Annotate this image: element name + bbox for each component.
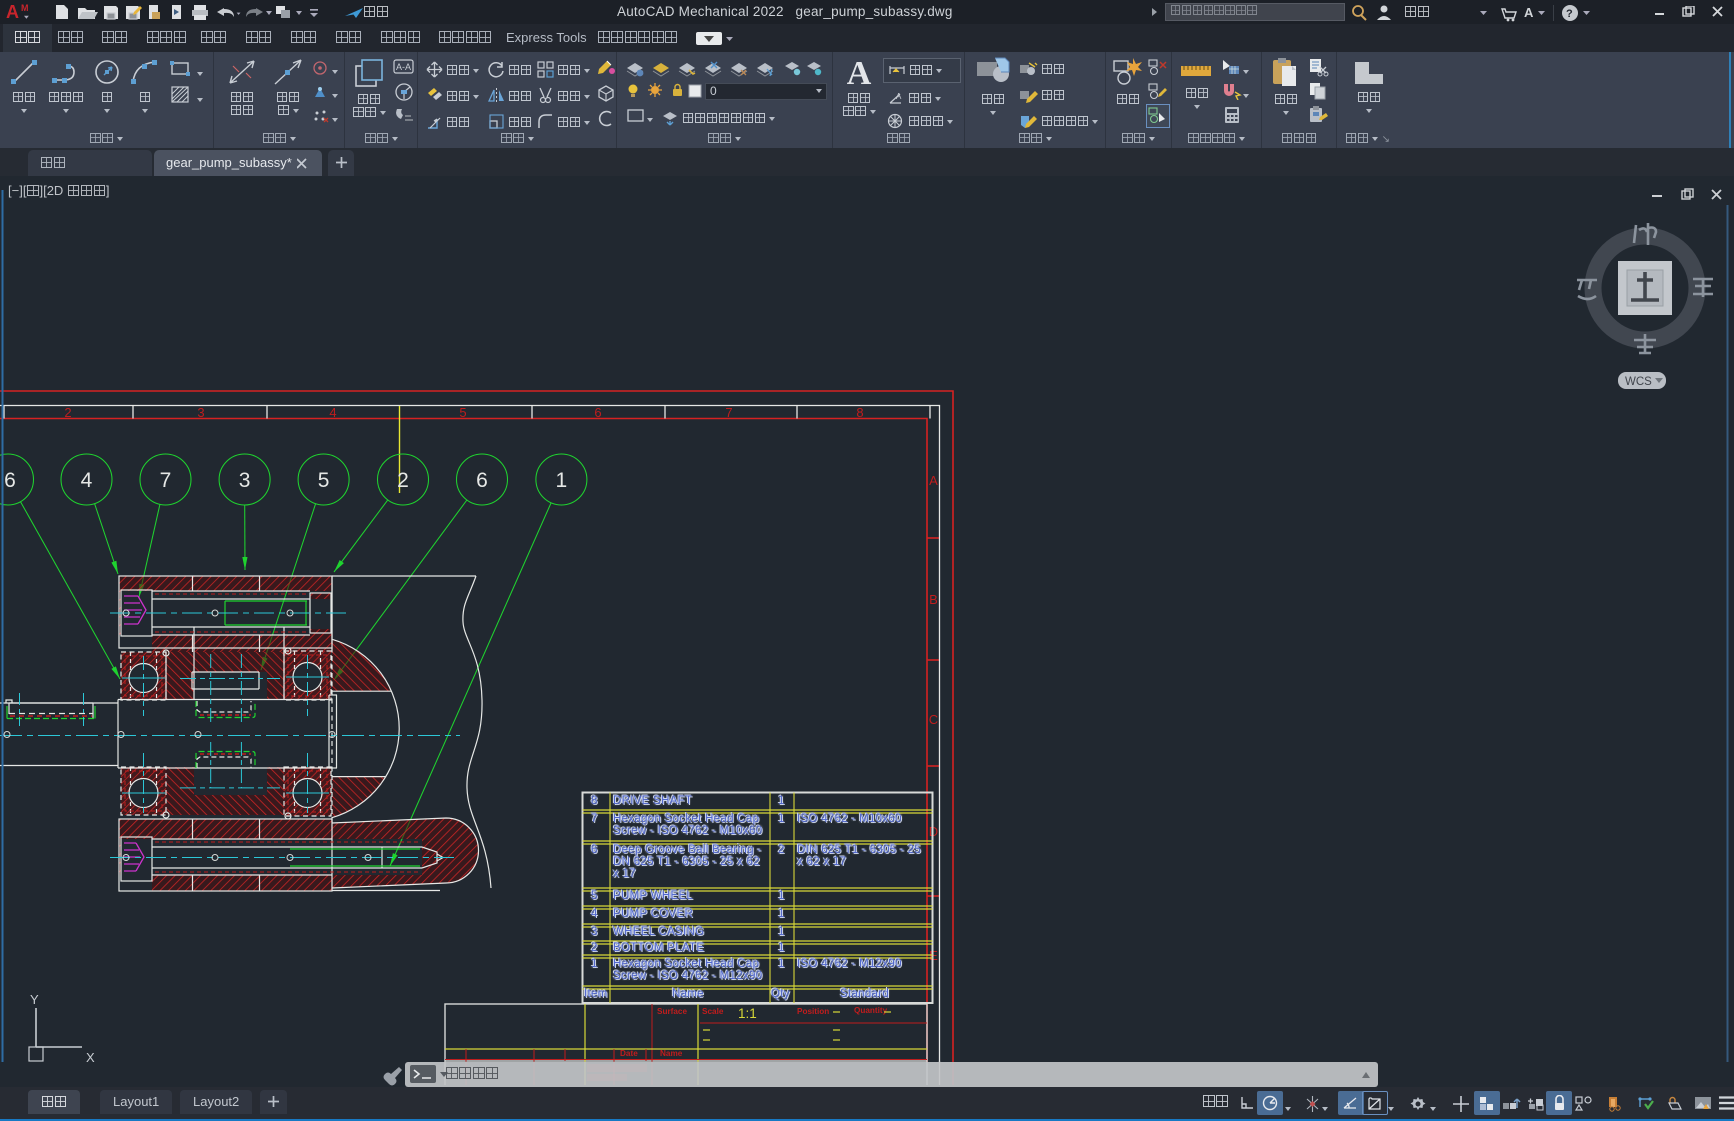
svg-text:A: A — [1524, 5, 1534, 20]
svg-text:A: A — [6, 2, 19, 22]
svg-text:A-A: A-A — [396, 62, 411, 72]
svg-text:M: M — [21, 3, 29, 13]
svg-text:WCS: WCS — [1625, 376, 1652, 388]
svg-text:?: ? — [1566, 8, 1573, 20]
svg-text:A: A — [896, 92, 902, 101]
